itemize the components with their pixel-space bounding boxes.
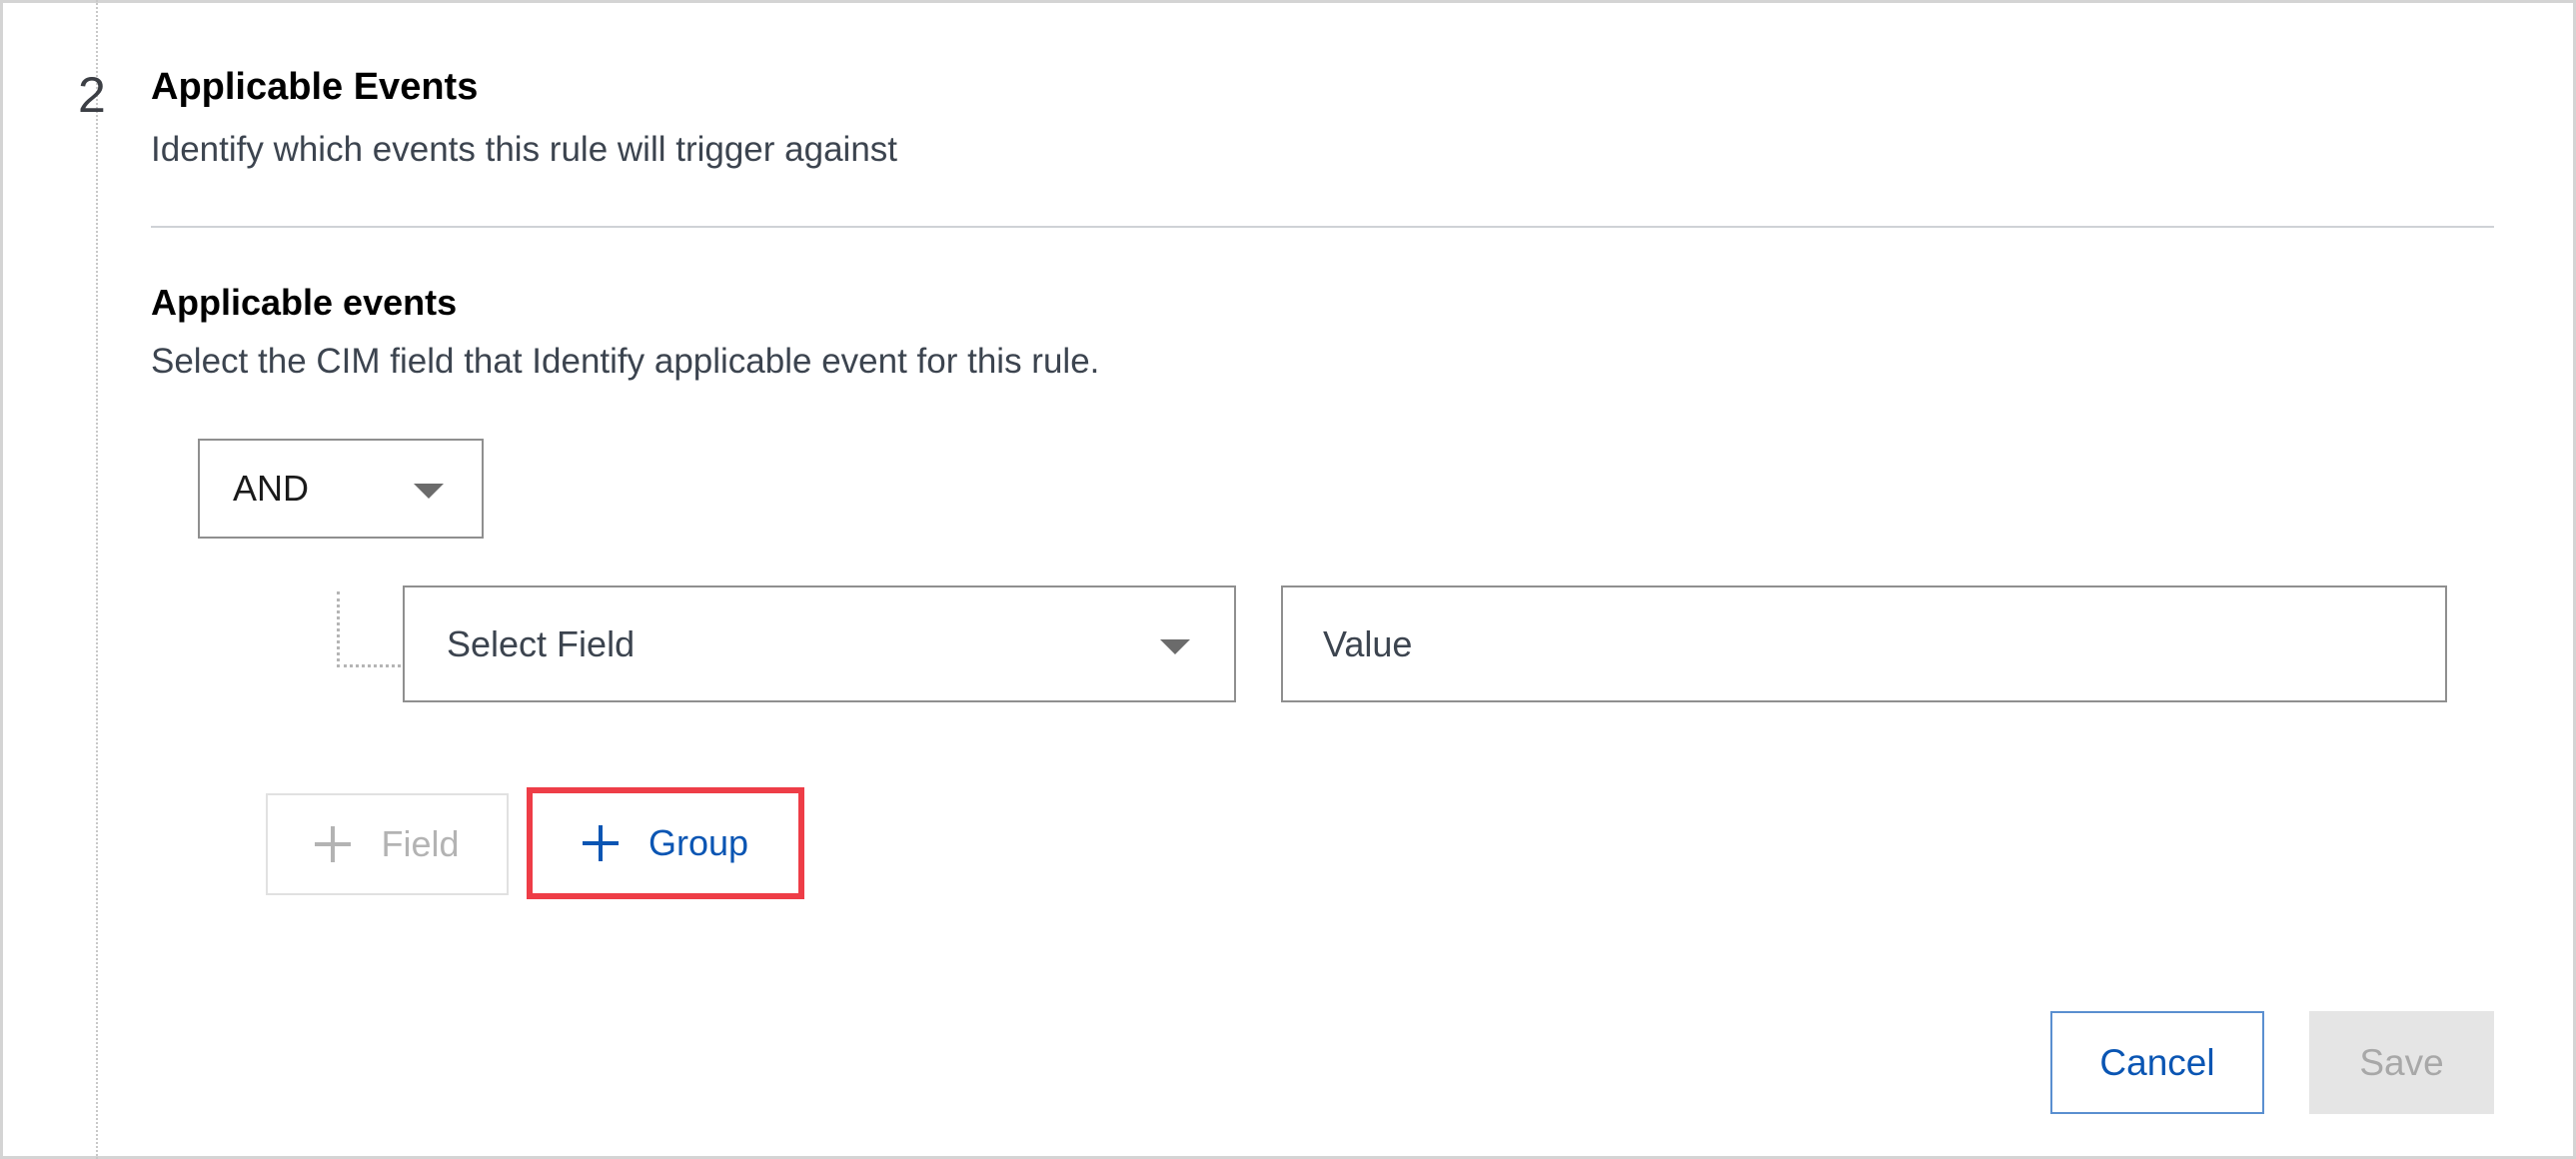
add-field-label: Field bbox=[381, 823, 460, 864]
value-input[interactable] bbox=[1281, 585, 2447, 702]
step-title: Applicable Events bbox=[151, 66, 479, 108]
cancel-button[interactable]: Cancel bbox=[2050, 1011, 2264, 1114]
section-title: Applicable events bbox=[151, 282, 458, 323]
operator-select[interactable]: AND bbox=[198, 439, 484, 539]
cancel-label: Cancel bbox=[2099, 1041, 2215, 1083]
tree-connector-line bbox=[337, 591, 401, 667]
chevron-down-icon bbox=[414, 484, 444, 499]
step-connector-line bbox=[96, 0, 98, 1159]
add-group-button[interactable]: Group bbox=[527, 787, 804, 899]
step-number: 2 bbox=[78, 67, 106, 123]
divider bbox=[151, 226, 2494, 228]
field-select[interactable]: Select Field bbox=[403, 585, 1236, 702]
dialog-frame bbox=[0, 0, 2576, 1159]
section-description: Select the CIM field that Identify appli… bbox=[151, 342, 1100, 381]
save-label: Save bbox=[2359, 1041, 2444, 1083]
step-subtitle: Identify which events this rule will tri… bbox=[151, 130, 898, 169]
save-button[interactable]: Save bbox=[2309, 1011, 2494, 1114]
operator-select-value: AND bbox=[233, 468, 310, 509]
add-field-button[interactable]: Field bbox=[266, 793, 509, 895]
chevron-down-icon bbox=[1160, 639, 1190, 654]
field-select-placeholder: Select Field bbox=[447, 622, 636, 664]
add-group-label: Group bbox=[647, 822, 749, 863]
plus-icon bbox=[315, 826, 352, 862]
plus-icon bbox=[582, 825, 619, 861]
